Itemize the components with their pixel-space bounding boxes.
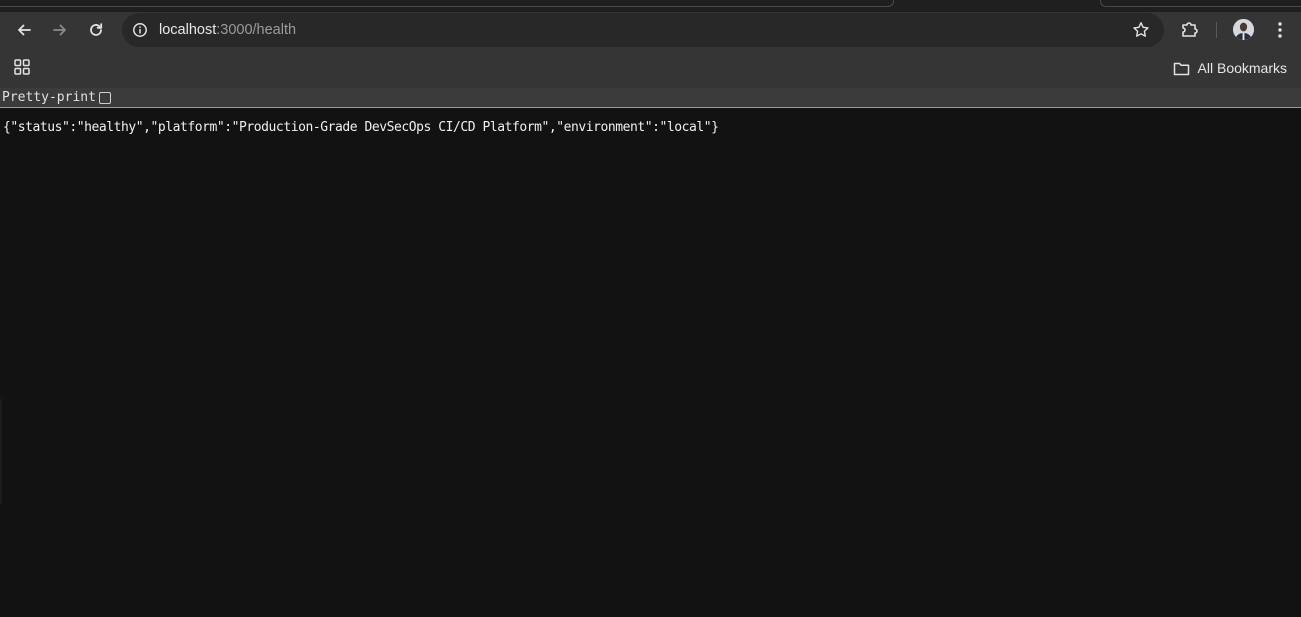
- star-icon[interactable]: [1132, 21, 1150, 39]
- avatar[interactable]: [1233, 19, 1254, 40]
- reload-button[interactable]: [82, 16, 110, 44]
- json-response-text: {"status":"healthy","platform":"Producti…: [3, 120, 719, 135]
- reload-icon: [90, 23, 103, 36]
- all-bookmarks-button[interactable]: All Bookmarks: [1173, 58, 1287, 78]
- profile-icon: [1233, 19, 1254, 40]
- back-arrow-icon: [18, 24, 31, 36]
- apps-grid-icon[interactable]: [14, 59, 30, 75]
- window-edge: [0, 399, 2, 504]
- tab-strip: [0, 0, 1301, 12]
- kebab-menu-icon[interactable]: [1272, 21, 1288, 39]
- folder-icon: [1173, 62, 1189, 75]
- url-text[interactable]: localhost:3000/health: [159, 21, 296, 39]
- all-bookmarks-label: All Bookmarks: [1197, 60, 1287, 76]
- forward-button[interactable]: [46, 16, 74, 44]
- url-path: :3000/health: [216, 22, 297, 38]
- url-host: localhost: [159, 22, 217, 38]
- tab-left[interactable]: [0, 0, 894, 7]
- info-icon[interactable]: [132, 22, 148, 38]
- forward-arrow-icon: [53, 24, 66, 36]
- pretty-print-checkbox[interactable]: [98, 91, 111, 104]
- back-button[interactable]: [10, 16, 38, 44]
- puzzle-icon[interactable]: [1180, 19, 1200, 39]
- toolbar-separator: [1216, 22, 1217, 38]
- tab-right[interactable]: [1100, 0, 1301, 7]
- page-content: {"status":"healthy","platform":"Producti…: [0, 109, 1301, 617]
- address-bar[interactable]: localhost:3000/health: [122, 13, 1164, 47]
- pretty-print-bar: Pretty-print: [0, 88, 1301, 108]
- pretty-print-label[interactable]: Pretty-print: [2, 90, 96, 106]
- bookmarks-bar: All Bookmarks: [0, 53, 1301, 88]
